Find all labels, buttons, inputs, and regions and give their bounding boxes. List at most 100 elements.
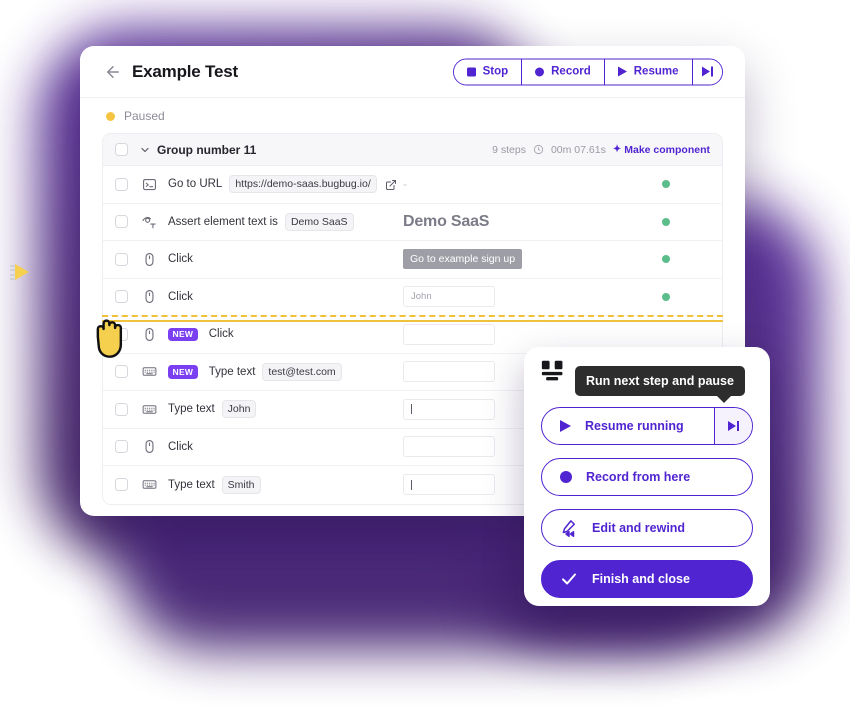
- step-action-label: Click: [168, 253, 193, 266]
- step-checkbox[interactable]: [115, 478, 128, 492]
- drag-handle-icon[interactable]: [10, 262, 32, 284]
- run-control-popup: Run next step and pause Resume running Re…: [524, 347, 770, 606]
- arrow-left-icon[interactable]: [104, 63, 122, 81]
- step-action-label: Type text: [168, 403, 215, 416]
- group-duration: 00m 07.61s: [550, 143, 606, 156]
- preview-input: [403, 474, 495, 496]
- step-value-chip[interactable]: Smith: [221, 475, 261, 494]
- step-status-dot: [662, 255, 670, 264]
- keyboard-icon: [142, 364, 157, 379]
- record-icon: [560, 471, 572, 483]
- play-icon: [617, 66, 627, 77]
- drop-indicator-line: [102, 320, 723, 322]
- step-checkbox[interactable]: [115, 177, 128, 191]
- step-forward-icon: [727, 421, 740, 431]
- preview-input: [403, 436, 495, 458]
- step-status-dot: [662, 180, 670, 189]
- make-component-button[interactable]: ✦ Make component: [613, 144, 710, 156]
- steps-count: 9 steps: [492, 143, 526, 156]
- step-checkbox[interactable]: [115, 252, 128, 266]
- step-action-label: Click: [168, 290, 193, 303]
- step-preview: John: [403, 286, 653, 308]
- record-label: Record: [551, 65, 591, 78]
- popup-button-main[interactable]: Record from here: [542, 470, 752, 484]
- keyboard-icon: [142, 477, 157, 492]
- step-checkbox[interactable]: [115, 290, 128, 304]
- step-checkbox[interactable]: [115, 365, 128, 379]
- resume-button[interactable]: Resume: [604, 59, 693, 84]
- record-button[interactable]: Record: [522, 59, 605, 84]
- step-value-chip[interactable]: https://demo-saas.bugbug.io/: [229, 175, 377, 194]
- step-preview: Demo SaaS: [403, 213, 653, 231]
- record-icon: [535, 67, 545, 76]
- preview-input: [403, 398, 495, 420]
- step-preview: -: [403, 177, 653, 191]
- bugbug-logo-icon: [541, 360, 563, 381]
- preview-input: [403, 323, 495, 345]
- preview-input: John: [403, 286, 495, 308]
- text-caret-icon: [411, 479, 412, 490]
- step-action-label: Click: [208, 328, 234, 341]
- step-action-label: Go to URL: [168, 178, 223, 191]
- resume-label: Resume: [633, 65, 679, 78]
- stop-icon: [466, 67, 476, 76]
- make-component-label: Make component: [624, 143, 710, 156]
- play-icon: [560, 420, 571, 432]
- clock-icon: [533, 144, 544, 155]
- stop-button[interactable]: Stop: [453, 59, 523, 84]
- step-preview: Go to example sign up: [403, 249, 653, 270]
- new-badge: NEW: [168, 327, 198, 341]
- status-badge: Paused: [124, 109, 165, 123]
- mouse-icon: [142, 289, 157, 304]
- step-value-chip[interactable]: test@test.com: [262, 362, 342, 381]
- playback-toolbar: Stop Record Resume: [452, 58, 723, 85]
- step-row[interactable]: Click John: [103, 278, 722, 316]
- step-action-label: Type text: [168, 478, 215, 491]
- external-link-icon[interactable]: [385, 178, 397, 191]
- sparkle-icon: ✦: [612, 143, 622, 155]
- step-checkbox[interactable]: [115, 402, 128, 416]
- preview-input-value: John: [411, 291, 432, 303]
- step-value-chip[interactable]: John: [221, 400, 257, 419]
- step-value-chip[interactable]: Demo SaaS: [284, 212, 354, 231]
- step-row[interactable]: Assert element text is Demo SaaS Demo SaaS: [103, 203, 722, 241]
- preview-input: [403, 361, 495, 383]
- hand-pointer-cursor: [96, 319, 123, 358]
- popup-record-from-here-button[interactable]: Record from here: [541, 458, 753, 496]
- group-checkbox[interactable]: [115, 143, 128, 156]
- popup-button-main[interactable]: Resume running: [542, 419, 714, 433]
- popup-edit-and-rewind-button[interactable]: Edit and rewind: [541, 509, 753, 547]
- step-row[interactable]: Go to URL https://demo-saas.bugbug.io/ -: [103, 166, 722, 204]
- group-title: Group number 11: [157, 142, 257, 157]
- keyboard-icon: [142, 402, 157, 417]
- drag-arrow-icon: [15, 264, 29, 280]
- popup-button-label: Finish and close: [592, 572, 690, 586]
- stop-label: Stop: [482, 65, 509, 78]
- step-checkbox[interactable]: [115, 440, 128, 454]
- popup-step-forward-button[interactable]: [714, 408, 752, 444]
- group-header-row[interactable]: Group number 11 9 steps 00m 07.61s ✦ Mak…: [103, 134, 722, 166]
- mouse-icon: [142, 327, 157, 342]
- popup-actions: Resume running Record from here Edit and r…: [541, 407, 753, 598]
- popup-button-label: Resume running: [585, 419, 684, 433]
- popup-button-main[interactable]: Finish and close: [542, 570, 752, 588]
- step-forward-icon: [701, 66, 713, 77]
- step-preview: [403, 323, 653, 345]
- new-badge: NEW: [168, 365, 198, 379]
- check-icon: [560, 570, 578, 588]
- popup-finish-and-close-button[interactable]: Finish and close: [541, 560, 753, 598]
- step-action-label: Click: [168, 440, 193, 453]
- popup-resume-running-button[interactable]: Resume running: [541, 407, 753, 445]
- preview-button: Go to example sign up: [403, 249, 523, 270]
- step-forward-button[interactable]: [692, 59, 722, 84]
- popup-button-main[interactable]: Edit and rewind: [542, 519, 752, 537]
- text-caret-icon: [411, 404, 412, 415]
- step-status-dot: [662, 217, 670, 226]
- page-title: Example Test: [132, 61, 238, 81]
- step-checkbox[interactable]: [115, 215, 128, 229]
- chevron-down-icon[interactable]: [139, 144, 151, 156]
- step-row[interactable]: Click Go to example sign up: [103, 241, 722, 279]
- mouse-icon: [142, 439, 157, 454]
- tooltip-run-next-step: Run next step and pause: [575, 366, 745, 403]
- edit-rewind-icon: [560, 519, 578, 537]
